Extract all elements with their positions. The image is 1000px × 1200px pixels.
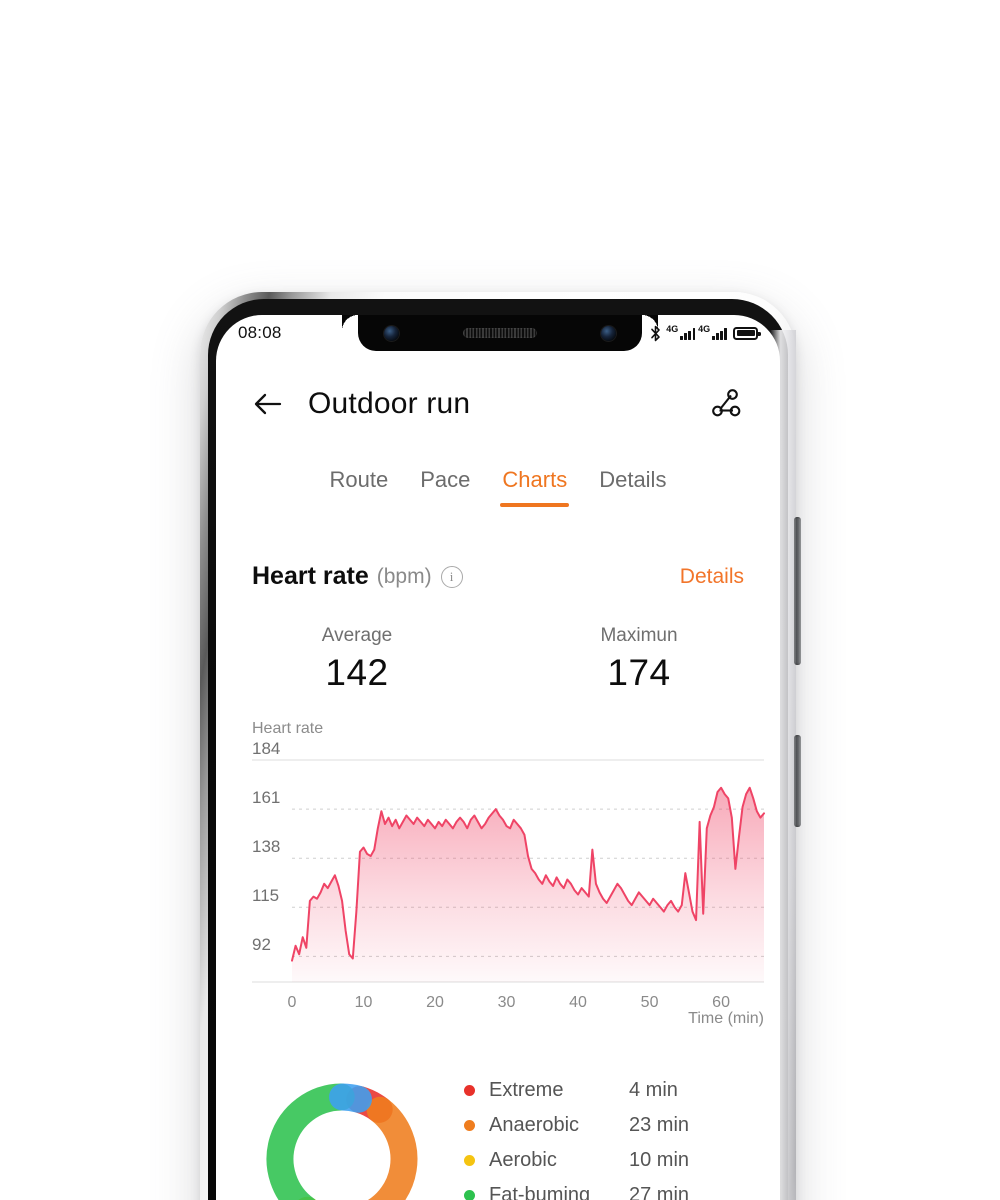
stat-maximum-value: 174 xyxy=(607,652,671,693)
info-icon[interactable]: i xyxy=(440,565,463,588)
zone-name: Aerobic xyxy=(489,1149,557,1171)
stat-average-label: Average xyxy=(321,625,393,646)
display-notch xyxy=(358,315,658,351)
zone-color-dot xyxy=(464,1155,475,1166)
power-button[interactable] xyxy=(794,735,801,827)
front-camera-icon xyxy=(384,326,399,341)
zone-duration: 4 min xyxy=(629,1079,678,1101)
depth-camera-icon xyxy=(601,326,616,341)
zone-legend-row: Fat-buming 27 min xyxy=(464,1178,689,1200)
status-time: 08:08 xyxy=(238,323,282,342)
tab-route[interactable]: Route xyxy=(328,465,391,507)
signal-bars-icon-1 xyxy=(680,327,696,340)
chart-y-tick: 138 xyxy=(252,837,281,857)
heart-rate-stats: Average 142 Maximun 174 xyxy=(216,625,780,694)
stat-maximum-label: Maximun xyxy=(600,625,678,646)
stat-maximum: Maximun 174 xyxy=(498,625,780,694)
share-icon[interactable] xyxy=(708,385,746,423)
chart-x-axis-label: Time (min) xyxy=(688,1010,764,1027)
zone-legend-row: Aerobic 10 min xyxy=(464,1143,689,1178)
zone-duration: 27 min xyxy=(629,1184,690,1200)
chart-y-tick: 184 xyxy=(252,739,281,758)
back-arrow-icon[interactable] xyxy=(250,386,286,422)
zone-color-dot xyxy=(464,1120,475,1131)
section-title: Heart rate xyxy=(252,562,369,590)
donut-segment xyxy=(366,1096,418,1200)
zones-donut-chart xyxy=(266,1083,418,1200)
zone-duration: 10 min xyxy=(629,1149,690,1171)
zone-duration: 23 min xyxy=(629,1114,690,1136)
chart-x-tick: 10 xyxy=(354,994,373,1011)
zone-color-dot xyxy=(464,1085,475,1096)
zone-legend-row: Extreme 4 min xyxy=(464,1073,689,1108)
zone-name: Fat-buming xyxy=(489,1184,591,1200)
network-type-label-1: 4G xyxy=(666,324,679,334)
status-icons: 4G 4G xyxy=(648,324,761,342)
zone-color-dot xyxy=(464,1190,475,1200)
app-bar: Outdoor run xyxy=(216,371,780,437)
signal-bars-icon-2 xyxy=(712,327,727,340)
chart-x-tick: 60 xyxy=(712,994,730,1011)
phone-screen: 08:08 4G 4G Outdoor run Route Pace Chart… xyxy=(216,315,780,1200)
tab-bar: Route Pace Charts Details xyxy=(216,465,780,507)
heart-rate-section-header: Heart rate (bpm) i Details xyxy=(216,562,780,591)
stat-average-value: 142 xyxy=(325,652,389,693)
zones-legend: Extreme 4 min Anaerobic 23 min Aerobic 10 min… xyxy=(464,1073,689,1200)
tab-details[interactable]: Details xyxy=(597,465,668,507)
chart-x-tick: 50 xyxy=(640,994,659,1011)
donut-segment xyxy=(266,1083,355,1200)
tab-charts[interactable]: Charts xyxy=(500,465,570,507)
chart-x-tick: 30 xyxy=(497,994,516,1011)
battery-icon xyxy=(733,326,761,340)
volume-button[interactable] xyxy=(794,517,801,665)
donut-segment xyxy=(329,1083,372,1113)
details-link[interactable]: Details xyxy=(680,565,744,589)
earpiece-speaker xyxy=(463,328,537,338)
zone-legend-row: Anaerobic 23 min xyxy=(464,1108,689,1143)
heart-rate-chart: Heart rate Time (min) 184 161 138 115 92 0 10 2… xyxy=(216,720,780,1027)
network-type-label-2: 4G xyxy=(698,324,711,334)
chart-y-tick: 92 xyxy=(252,935,271,955)
zone-name: Extreme xyxy=(489,1079,564,1101)
chart-y-tick: 161 xyxy=(252,788,281,808)
stat-average: Average 142 xyxy=(216,625,498,694)
chart-y-tick: 115 xyxy=(252,886,280,906)
screenshot-canvas: 08:08 4G 4G Outdoor run Route Pace Chart… xyxy=(0,0,1000,1200)
chart-x-tick: 20 xyxy=(426,994,444,1011)
page-title: Outdoor run xyxy=(308,387,471,420)
chart-x-tick: 0 xyxy=(287,994,297,1011)
chart-x-tick: 40 xyxy=(569,994,587,1011)
heart-rate-area-chart xyxy=(252,759,765,983)
heart-rate-zones: Extreme 4 min Anaerobic 23 min Aerobic 10 min… xyxy=(216,1063,780,1200)
zone-name: Anaerobic xyxy=(489,1114,580,1136)
section-unit: (bpm) xyxy=(376,564,432,588)
tab-pace[interactable]: Pace xyxy=(418,465,472,507)
